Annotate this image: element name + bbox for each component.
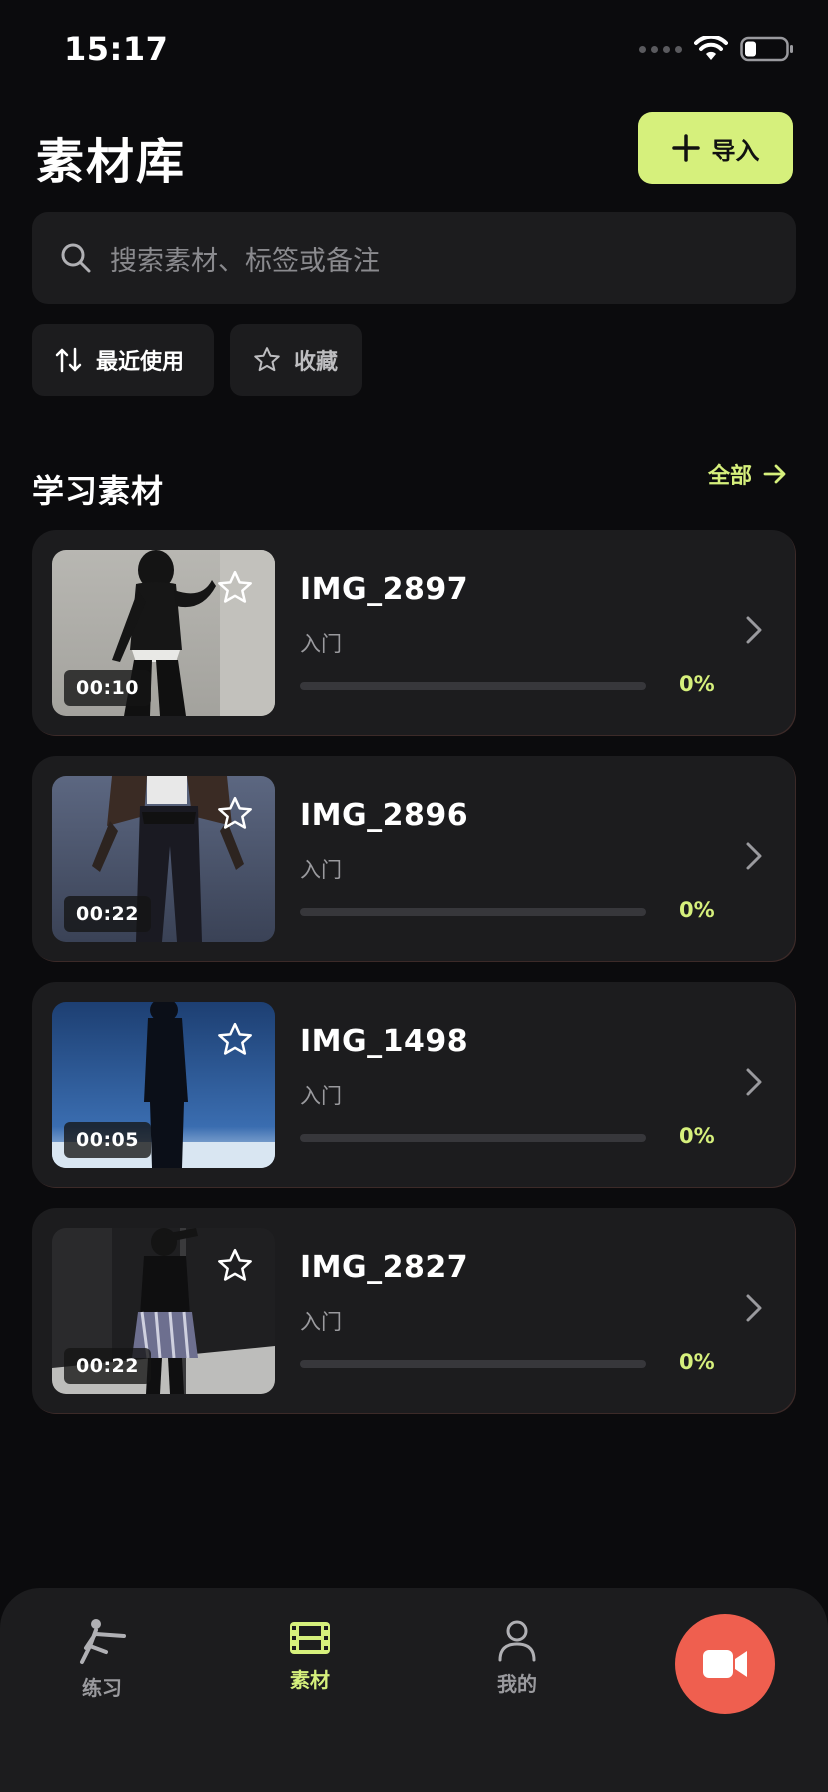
tab-profile[interactable]: 我的 xyxy=(457,1618,577,1697)
chevron-right-icon xyxy=(746,842,762,870)
wifi-icon xyxy=(694,36,728,60)
video-thumbnail: 00:10 xyxy=(52,550,275,716)
duration-badge: 00:22 xyxy=(64,896,151,932)
material-level: 入门 xyxy=(300,1310,342,1334)
arrow-right-icon xyxy=(763,464,786,484)
status-bar: 15:17 xyxy=(0,0,828,100)
cellular-signal-icon xyxy=(639,45,682,53)
record-video-button[interactable] xyxy=(675,1614,775,1714)
chevron-right-icon xyxy=(746,616,762,644)
sort-icon xyxy=(55,347,82,373)
search-placeholder: 搜索素材、标签或备注 xyxy=(110,245,380,277)
video-camera-icon xyxy=(703,1650,747,1678)
favorite-star-icon[interactable] xyxy=(215,568,255,608)
progress-bar xyxy=(300,1134,646,1142)
status-indicators xyxy=(639,36,794,62)
material-card[interactable]: 00:22 IMG_2896 入门 0% xyxy=(32,756,796,962)
tab-practice[interactable]: 练习 xyxy=(42,1618,162,1701)
tab-practice-label: 练习 xyxy=(82,1676,122,1700)
search-icon xyxy=(61,243,91,273)
import-button[interactable]: 导入 xyxy=(638,112,793,184)
filter-favorites-label: 收藏 xyxy=(294,350,339,375)
material-title: IMG_1498 xyxy=(300,1024,469,1059)
material-title: IMG_2896 xyxy=(300,798,469,833)
status-time: 15:17 xyxy=(64,30,169,68)
video-thumbnail: 00:22 xyxy=(52,776,275,942)
battery-icon xyxy=(740,36,793,62)
tab-profile-label: 我的 xyxy=(497,1672,537,1696)
video-thumbnail: 00:05 xyxy=(52,1002,275,1168)
progress-bar xyxy=(300,1360,646,1368)
material-level: 入门 xyxy=(300,858,342,882)
material-level: 入门 xyxy=(300,632,342,656)
material-card[interactable]: 00:10 IMG_2897 入门 0% xyxy=(32,530,796,736)
progress-percent: 0% xyxy=(679,1350,715,1374)
dance-figure-icon xyxy=(80,1619,126,1664)
page-title: 素材库 xyxy=(36,134,187,190)
material-level: 入门 xyxy=(300,1084,342,1108)
tab-materials-label: 素材 xyxy=(290,1668,330,1692)
filter-recent-label: 最近使用 xyxy=(96,350,185,375)
progress-percent: 0% xyxy=(679,898,715,922)
person-icon xyxy=(498,1620,536,1662)
filter-favorites-button[interactable]: 收藏 xyxy=(230,324,362,396)
star-icon xyxy=(254,347,280,372)
duration-badge: 00:10 xyxy=(64,670,151,706)
screen: 15:17 素材库 导入 搜索素材、标签或备注 最近使用 收藏 学习素材 全部 … xyxy=(0,0,828,1792)
material-card[interactable]: 00:22 IMG_2827 入门 0% xyxy=(32,1208,796,1414)
duration-badge: 00:05 xyxy=(64,1122,151,1158)
tab-bar: 练习 素材 我的 xyxy=(0,1588,828,1792)
progress-bar xyxy=(300,682,646,690)
material-title: IMG_2827 xyxy=(300,1250,469,1285)
chevron-right-icon xyxy=(746,1068,762,1096)
search-input[interactable]: 搜索素材、标签或备注 xyxy=(32,212,796,304)
filter-recent-button[interactable]: 最近使用 xyxy=(32,324,214,396)
progress-bar xyxy=(300,908,646,916)
material-title: IMG_2897 xyxy=(300,572,469,607)
progress-percent: 0% xyxy=(679,672,715,696)
progress-percent: 0% xyxy=(679,1124,715,1148)
plus-icon xyxy=(671,134,700,162)
favorite-star-icon[interactable] xyxy=(215,1020,255,1060)
film-strip-icon xyxy=(290,1622,330,1654)
import-label: 导入 xyxy=(711,136,760,165)
view-all-label: 全部 xyxy=(707,464,752,489)
duration-badge: 00:22 xyxy=(64,1348,151,1384)
chevron-right-icon xyxy=(746,1294,762,1322)
favorite-star-icon[interactable] xyxy=(215,1246,255,1286)
section-title: 学习素材 xyxy=(32,472,165,510)
tab-materials[interactable]: 素材 xyxy=(250,1618,370,1693)
view-all-link[interactable]: 全部 xyxy=(708,458,788,490)
favorite-star-icon[interactable] xyxy=(215,794,255,834)
material-card[interactable]: 00:05 IMG_1498 入门 0% xyxy=(32,982,796,1188)
video-thumbnail: 00:22 xyxy=(52,1228,275,1394)
